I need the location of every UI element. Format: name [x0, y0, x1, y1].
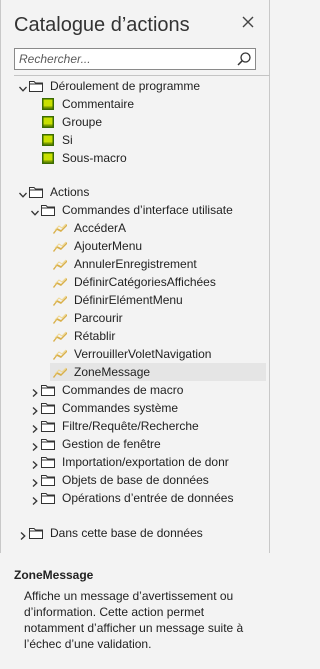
tree-item-label: ZoneMessage	[74, 365, 151, 379]
tree-item-label: AccéderA	[74, 221, 127, 235]
tree-item-label: Filtre/Requête/Recherche	[62, 419, 199, 433]
tree-item-label: Groupe	[62, 115, 103, 129]
search-box	[14, 48, 256, 70]
description-text: Affiche un message d’avertissement ou d’…	[24, 589, 244, 651]
tree-item-label: Opérations d’entrée de données	[62, 491, 234, 505]
tree-item-label: DéfinirCatégoriesAffichées	[74, 275, 216, 289]
tree-node-database[interactable]: Dans cette base de données	[14, 524, 270, 542]
folder-icon	[40, 490, 56, 506]
tree-item-label: Objets de base de données	[62, 473, 209, 487]
chevron-right-icon[interactable]	[30, 475, 40, 487]
tree-item-definircategoriesaffichees[interactable]: DéfinirCatégoriesAffichées	[14, 273, 270, 291]
tree-item-label: Gestion de fenêtre	[62, 437, 161, 451]
tree-item-groupe[interactable]: Groupe	[14, 113, 270, 131]
chevron-right-icon[interactable]	[30, 493, 40, 505]
folder-icon	[40, 436, 56, 452]
program-flow-icon	[40, 96, 56, 112]
search-input[interactable]	[15, 49, 231, 69]
tree-node-objets-de-base-de-donnees[interactable]: Objets de base de données	[14, 471, 270, 489]
chevron-right-icon[interactable]	[18, 528, 28, 540]
macro-action-icon	[52, 238, 68, 254]
tree-item-label: Déroulement de programme	[50, 79, 201, 93]
tree-item-commentaire[interactable]: Commentaire	[14, 95, 270, 113]
description-panel: ZoneMessage Affiche un message d’avertis…	[0, 553, 270, 669]
macro-action-icon	[52, 256, 68, 272]
tree-item-label: Dans cette base de données	[50, 526, 203, 540]
tree-node-commandes-de-macro[interactable]: Commandes de macro	[14, 381, 270, 399]
tree-item-label: DéfinirElémentMenu	[74, 293, 183, 307]
close-icon[interactable]	[240, 14, 256, 30]
description-title: ZoneMessage	[14, 568, 94, 582]
tree-item-label: Si	[62, 133, 73, 147]
tree-item-retablir[interactable]: Rétablir	[14, 327, 270, 345]
macro-action-icon	[52, 292, 68, 308]
tree-node-actions[interactable]: Actions	[14, 183, 270, 201]
folder-icon	[40, 382, 56, 398]
folder-icon	[40, 400, 56, 416]
tree-item-label: Commandes d’interface utilisate	[62, 203, 233, 217]
tree-item-label: Actions	[50, 185, 90, 199]
tree-node-programme[interactable]: Déroulement de programme	[14, 77, 270, 95]
tree-item-parcourir[interactable]: Parcourir	[14, 309, 270, 327]
chevron-down-icon[interactable]	[30, 205, 40, 216]
tree-item-sous-macro[interactable]: Sous-macro	[14, 149, 270, 167]
macro-action-icon	[52, 346, 68, 362]
folder-icon	[40, 202, 56, 218]
tree-item-label: Commandes système	[62, 401, 179, 415]
tree-item-label: Commandes de macro	[62, 383, 184, 397]
tree-item-label: Commentaire	[62, 97, 135, 111]
tree-node-gestion-de-fenetre[interactable]: Gestion de fenêtre	[14, 435, 270, 453]
macro-action-icon	[52, 364, 68, 380]
chevron-right-icon[interactable]	[30, 439, 40, 451]
chevron-right-icon[interactable]	[30, 457, 40, 469]
tree-item-verrouillervoletnavigation[interactable]: VerrouillerVoletNavigation	[14, 345, 270, 363]
tree-item-label: Sous-macro	[62, 151, 127, 165]
tree-node-filtre-requete-recherche[interactable]: Filtre/Requête/Recherche	[14, 417, 270, 435]
action-tree: Déroulement de programme Commentaire Group…	[14, 75, 270, 553]
macro-action-icon	[52, 274, 68, 290]
folder-icon	[28, 78, 44, 94]
tree-node-operations-d-entree-de-donnees[interactable]: Opérations d’entrée de données	[14, 489, 270, 507]
tree-item-label: AjouterMenu	[74, 239, 143, 253]
program-flow-icon	[40, 114, 56, 130]
pane-title: Catalogue d’actions	[14, 14, 190, 36]
chevron-right-icon[interactable]	[30, 403, 40, 415]
chevron-right-icon[interactable]	[30, 421, 40, 433]
macro-action-icon	[52, 220, 68, 236]
tree-node-importation-exportation-de-donr[interactable]: Importation/exportation de donr	[14, 453, 270, 471]
tree-item-definirelementmenu[interactable]: DéfinirElémentMenu	[14, 291, 270, 309]
folder-icon	[40, 454, 56, 470]
folder-icon	[28, 525, 44, 541]
chevron-down-icon[interactable]	[18, 187, 28, 198]
search-icon[interactable]	[236, 51, 252, 67]
folder-icon	[40, 472, 56, 488]
tree-item-label: Importation/exportation de donr	[62, 455, 229, 469]
chevron-right-icon[interactable]	[30, 385, 40, 397]
tree-item-label: AnnulerEnregistrement	[74, 257, 197, 271]
tree-item-label: VerrouillerVoletNavigation	[74, 347, 212, 361]
chevron-down-icon[interactable]	[18, 81, 28, 92]
macro-action-icon	[52, 310, 68, 326]
tree-item-accedera[interactable]: AccéderA	[14, 219, 270, 237]
folder-icon	[28, 184, 44, 200]
program-flow-icon	[40, 132, 56, 148]
tree-node-ui-commands[interactable]: Commandes d’interface utilisate	[14, 201, 270, 219]
tree-item-si[interactable]: Si	[14, 131, 270, 149]
tree-item-label: Parcourir	[74, 311, 123, 325]
tree-node-commandes-systeme[interactable]: Commandes système	[14, 399, 270, 417]
macro-action-icon	[52, 328, 68, 344]
tree-item-annulerenregistrement[interactable]: AnnulerEnregistrement	[14, 255, 270, 273]
tree-item-zonemessage[interactable]: ZoneMessage	[14, 363, 270, 381]
pane-header: Catalogue d’actions	[0, 0, 270, 44]
program-flow-icon	[40, 150, 56, 166]
tree-item-label: Rétablir	[74, 329, 116, 343]
tree-item-ajoutermenu[interactable]: AjouterMenu	[14, 237, 270, 255]
folder-icon	[40, 418, 56, 434]
